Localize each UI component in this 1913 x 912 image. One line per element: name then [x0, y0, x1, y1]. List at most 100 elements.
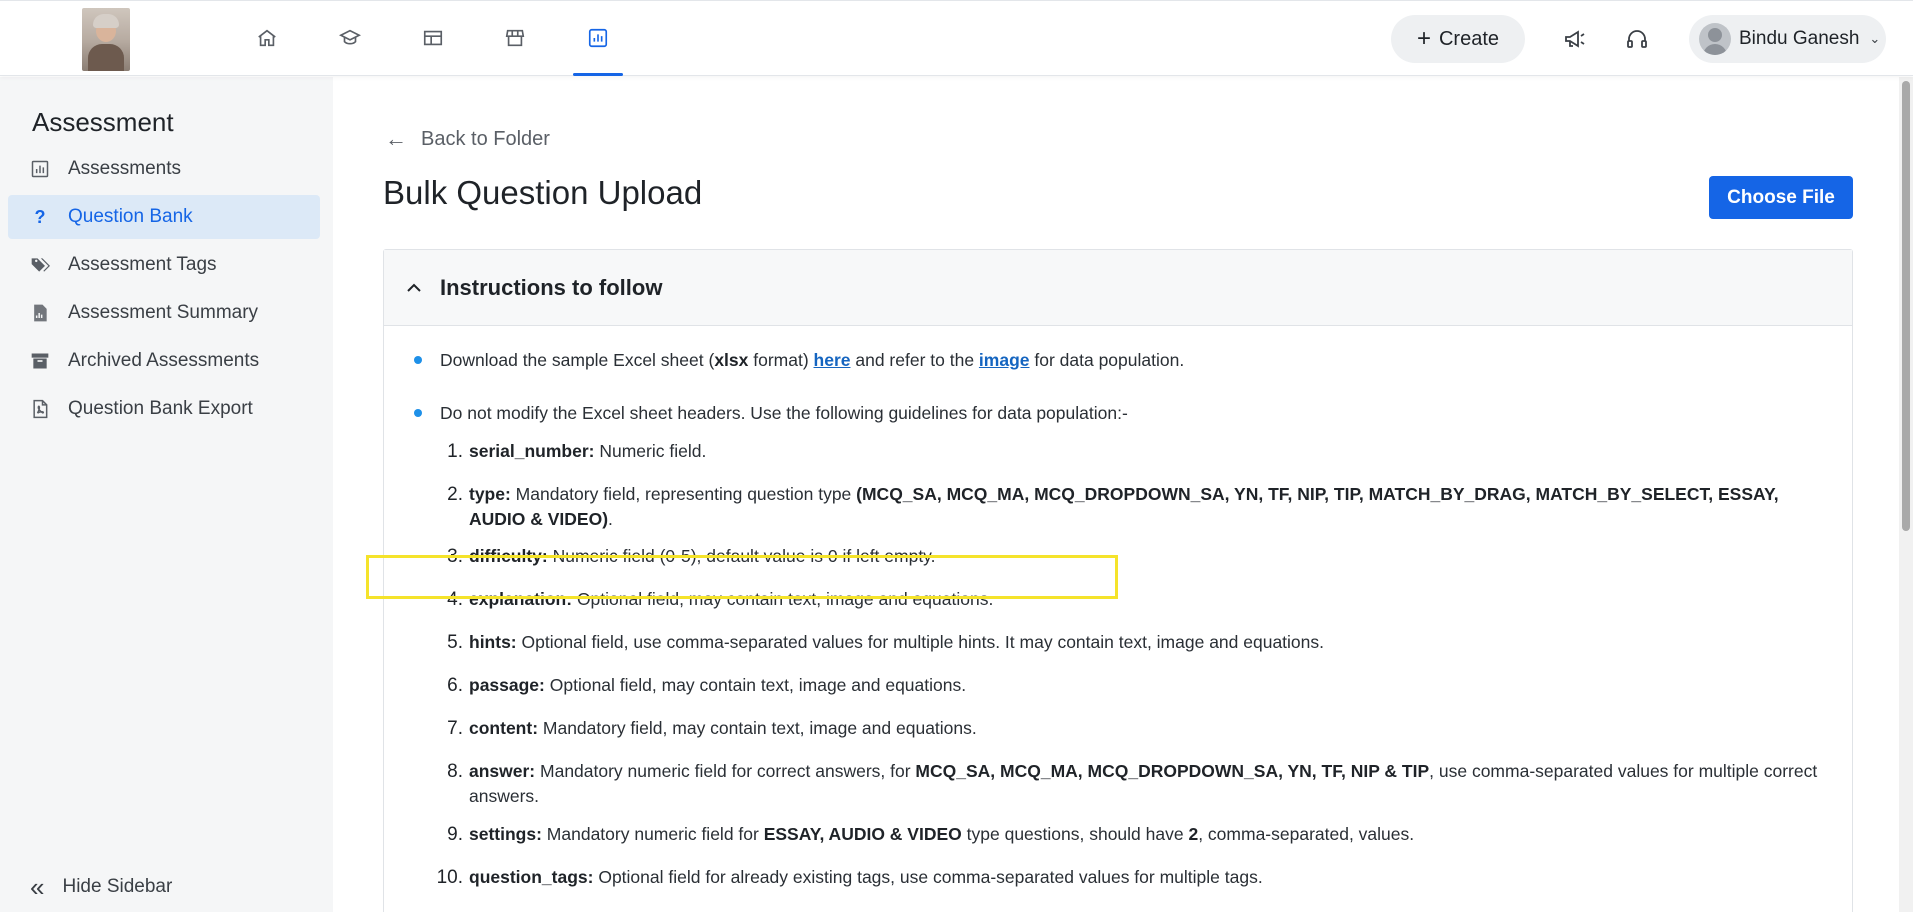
field-number: 8.	[447, 761, 463, 782]
field-desc: Optional field for already existing tags…	[593, 867, 1263, 887]
active-nav-indicator	[573, 73, 623, 76]
field-number: 3.	[447, 546, 463, 567]
sidebar-title: Assessment	[32, 107, 174, 137]
field-name: settings:	[469, 824, 542, 844]
field-desc: Optional field, may contain text, image …	[544, 675, 967, 695]
field-desc: Mandatory numeric field for correct answ…	[535, 761, 916, 781]
instructions-panel-header[interactable]: Instructions to follow	[384, 250, 1852, 326]
field-types: ESSAY, AUDIO & VIDEO	[763, 824, 962, 844]
create-button-label: Create	[1438, 27, 1500, 50]
field-number: 5.	[447, 632, 463, 653]
field-number: 2.	[447, 484, 463, 505]
sidebar-item-question-bank-export[interactable]: Question Bank Export	[8, 387, 320, 431]
user-name: Bindu Ganesh	[1739, 28, 1860, 49]
field-desc: Mandatory numeric field for	[541, 824, 764, 844]
field-item: 3. difficulty: Numeric field (0-5), defa…	[434, 544, 1829, 569]
create-button[interactable]: + Create	[1391, 15, 1525, 63]
sidebar-item-label: Question Bank Export	[68, 398, 253, 419]
hide-sidebar-button[interactable]: « Hide Sidebar	[30, 874, 172, 900]
field-desc: Mandatory field, representing question t…	[510, 484, 857, 504]
headset-icon[interactable]	[1623, 25, 1651, 53]
hide-sidebar-label: Hide Sidebar	[62, 876, 173, 897]
field-name: hints:	[469, 632, 517, 652]
sidebar-item-label: Assessment Tags	[68, 254, 217, 275]
list-item: Download the sample Excel sheet (xlsx fo…	[414, 348, 1184, 372]
field-name: question_tags:	[469, 867, 594, 887]
field-name: difficulty:	[469, 546, 548, 566]
field-desc: Optional field, may contain text, image …	[572, 589, 994, 609]
back-to-folder-link[interactable]: ← Back to Folder	[385, 126, 550, 152]
course-icon[interactable]	[335, 23, 365, 53]
reference-image-link[interactable]: image	[979, 350, 1030, 370]
analytics-icon[interactable]	[583, 23, 613, 53]
field-item: 1. serial_number: Numeric field.	[434, 439, 1829, 464]
field-name: content:	[469, 718, 539, 738]
sidebar-item-label: Archived Assessments	[68, 350, 260, 371]
field-item: 2. type: Mandatory field, representing q…	[434, 482, 1829, 532]
bullet-text: for data population.	[1029, 350, 1185, 370]
scrollbar-thumb[interactable]	[1902, 81, 1910, 531]
field-desc: Numeric field (0-5), default value is 0 …	[547, 546, 936, 566]
archive-icon	[30, 351, 50, 371]
field-name: passage:	[469, 675, 545, 695]
sidebar-item-assessment-summary[interactable]: Assessment Summary	[8, 291, 320, 335]
bullet-text: Download the sample Excel sheet (	[440, 350, 715, 370]
dashboard-icon[interactable]	[418, 23, 448, 53]
sidebar: Assessment Assessments ? Question Bank A…	[0, 77, 333, 912]
tag-icon	[30, 255, 50, 275]
field-item: 5. hints: Optional field, use comma-sepa…	[434, 630, 1829, 655]
field-number: 7.	[447, 718, 463, 739]
page-title: Bulk Question Upload	[383, 174, 703, 211]
bar-chart-icon	[30, 159, 50, 179]
field-item: 4. explanation: Optional field, may cont…	[434, 587, 1829, 612]
user-menu[interactable]: Bindu Ganesh ⌄	[1689, 15, 1886, 63]
sidebar-item-label: Assessments	[68, 158, 181, 179]
plus-icon: +	[1416, 25, 1431, 52]
sidebar-item-label: Assessment Summary	[68, 302, 259, 323]
bullet-dot	[414, 356, 422, 364]
profile-logo-image[interactable]	[82, 8, 130, 71]
sidebar-item-question-bank[interactable]: ? Question Bank	[8, 195, 320, 239]
bullet-bold: xlsx	[714, 350, 749, 370]
home-icon[interactable]	[252, 23, 282, 53]
megaphone-icon[interactable]	[1561, 25, 1589, 53]
sidebar-item-archived-assessments[interactable]: Archived Assessments	[8, 339, 320, 383]
sidebar-item-assessments[interactable]: Assessments	[8, 147, 320, 191]
instructions-panel: Instructions to follow Download the samp…	[383, 249, 1853, 912]
bullet-text: Do not modify the Excel sheet headers. U…	[440, 403, 1128, 423]
pdf-file-icon	[30, 399, 50, 419]
field-desc: Mandatory field, may contain text, image…	[538, 718, 977, 738]
question-icon: ?	[34, 206, 46, 227]
back-link-label: Back to Folder	[421, 127, 550, 150]
chevron-up-icon	[406, 280, 422, 296]
bullet-dot	[414, 409, 422, 417]
bullet-text: and refer to the	[850, 350, 979, 370]
field-number: 4.	[447, 589, 463, 610]
field-desc: Optional field, use comma-separated valu…	[516, 632, 1325, 652]
field-name: answer:	[469, 761, 536, 781]
field-name: type:	[469, 484, 511, 504]
double-chevron-left-icon: «	[30, 872, 45, 902]
sample-sheet-link[interactable]: here	[814, 350, 851, 370]
field-number: 9.	[447, 824, 463, 845]
arrow-left-icon: ←	[385, 126, 407, 151]
page-scrollbar[interactable]	[1899, 77, 1913, 912]
field-count: 2	[1188, 824, 1199, 844]
instructions-panel-title: Instructions to follow	[440, 274, 663, 300]
field-item: 8. answer: Mandatory numeric field for c…	[434, 759, 1829, 809]
report-icon	[30, 303, 50, 323]
field-desc: , comma-separated, values.	[1198, 824, 1415, 844]
sidebar-item-assessment-tags[interactable]: Assessment Tags	[8, 243, 320, 287]
sidebar-item-label: Question Bank	[68, 206, 193, 227]
store-icon[interactable]	[500, 23, 530, 53]
field-item: 10. question_tags: Optional field for al…	[434, 865, 1829, 890]
field-desc: type questions, should have	[961, 824, 1189, 844]
field-number: 6.	[447, 675, 463, 696]
field-number: 1.	[447, 441, 463, 462]
field-item: 6. passage: Optional field, may contain …	[434, 673, 1829, 698]
field-desc: Numeric field.	[594, 441, 707, 461]
chevron-down-icon: ⌄	[1869, 31, 1881, 46]
top-bar: + Create Bindu Ganesh ⌄	[0, 0, 1913, 76]
choose-file-button[interactable]: Choose File	[1709, 176, 1853, 219]
field-desc: .	[608, 509, 613, 529]
